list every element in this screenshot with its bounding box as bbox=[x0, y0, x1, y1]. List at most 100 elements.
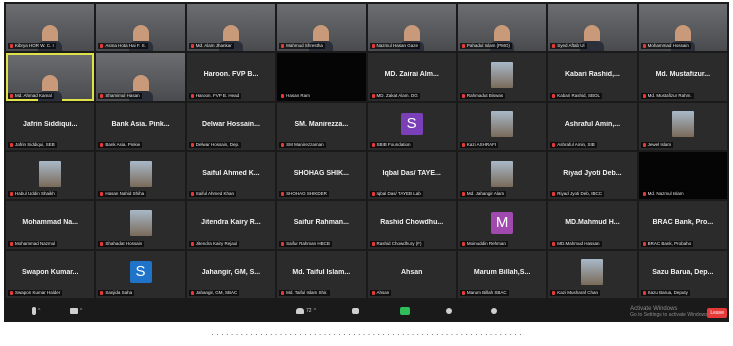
participant-display-name: Riyad Jyoti Deb... bbox=[563, 169, 622, 177]
participant-display-name: Jitendra Kairy R... bbox=[201, 219, 261, 227]
video-button[interactable]: ^ bbox=[70, 306, 82, 316]
participant-tile[interactable]: Nazmul Hasan Gaze bbox=[367, 4, 456, 52]
participant-tile[interactable]: Saiful Ahmed K... Saiful Ahmed Khan bbox=[186, 151, 276, 200]
muted-mic-icon bbox=[642, 44, 646, 49]
reactions-icon bbox=[491, 308, 497, 314]
participant-name-text: Shamimul Hasan bbox=[105, 92, 140, 98]
participant-tile[interactable]: BRAC Bank, Pro... BRAC Bank, Probaho bbox=[638, 201, 727, 249]
chevron-up-icon[interactable]: ^ bbox=[38, 308, 40, 314]
participant-tile[interactable]: Kabari Rashid,... Kabari Rashid, SBOL bbox=[548, 53, 637, 101]
muted-mic-icon bbox=[552, 93, 556, 98]
participant-name-text: Md. Ahmad Kamal bbox=[15, 92, 52, 98]
muted-mic-icon bbox=[281, 93, 285, 98]
participant-display-name: Iqbal Das/ TAYE... bbox=[382, 169, 441, 177]
participant-tile[interactable]: Mohammad Hossain bbox=[638, 4, 727, 52]
participant-name-text: Jahangir, GM, SBAC bbox=[195, 289, 238, 295]
participant-tile[interactable]: SHOHAG SHIK... SHOHAG SHIKDER bbox=[277, 151, 366, 200]
participant-tile[interactable]: Kazi ASHRAFI bbox=[457, 102, 547, 150]
participant-tile[interactable]: Marum Billah,S... Marum Billah SBAC bbox=[457, 250, 547, 298]
participant-name-label: Sazu Barua, Deputy bbox=[640, 289, 690, 296]
participant-name-label: Md. Taiful Islam Shir. bbox=[279, 289, 330, 296]
participant-name-text: Asma Hota Hai F. S. bbox=[105, 43, 146, 49]
participant-tile[interactable]: Kazi Musharaf Chan bbox=[548, 250, 637, 298]
participant-tile[interactable]: Hasan Ram bbox=[277, 53, 366, 101]
participant-tile[interactable]: Shahadat Hossain bbox=[96, 201, 185, 249]
participant-tile[interactable]: SM. Manirezza... SM Manirezzaman bbox=[277, 102, 366, 150]
participant-tile[interactable]: Asma Hota Hai F. S. bbox=[96, 4, 185, 52]
participant-tile[interactable]: Syed Aftab Ul bbox=[548, 4, 637, 52]
participant-tile[interactable]: S Sanjida Saha bbox=[96, 250, 185, 298]
profile-photo bbox=[581, 259, 604, 286]
share-screen-button[interactable] bbox=[400, 306, 410, 316]
participant-tile[interactable]: Shamimul Hasan bbox=[96, 53, 185, 101]
participant-tile[interactable]: Rahmadut Biswas bbox=[457, 53, 547, 101]
participant-tile[interactable]: Sazu Barua, Dep... Sazu Barua, Deputy bbox=[638, 250, 727, 298]
chat-button[interactable] bbox=[352, 306, 359, 316]
participant-display-name: Marum Billah,S... bbox=[473, 268, 531, 276]
participant-tile[interactable]: S SBIB Foundation bbox=[367, 102, 456, 150]
participant-tile[interactable]: Md. Alam Jhankar bbox=[186, 4, 276, 52]
participant-tile[interactable]: Ahsan Ahsan bbox=[367, 250, 456, 298]
muted-mic-icon bbox=[190, 192, 194, 197]
participant-tile[interactable]: Md. Nazmul Islam bbox=[638, 151, 727, 200]
participant-tile[interactable]: Iqbal Das/ TAYE... Iqbal Das/ TAYEB Lab bbox=[367, 151, 456, 200]
chevron-up-icon[interactable]: ^ bbox=[314, 308, 316, 314]
participant-name-label: Delwar Hossain, Dep. bbox=[188, 141, 242, 148]
mute-button[interactable]: ^ bbox=[32, 306, 40, 316]
participant-tile[interactable]: Md. Mustafizur... Md. Mustafizur Rahm. bbox=[638, 53, 727, 101]
participant-tile[interactable]: Jafrin Siddiqui... Jafrin Siddiqui, SEB bbox=[6, 102, 95, 150]
muted-mic-icon bbox=[461, 44, 465, 49]
participant-tile[interactable]: Habul Uddin Shaikh bbox=[6, 151, 95, 200]
muted-mic-icon bbox=[190, 44, 194, 49]
muted-mic-icon bbox=[100, 142, 104, 147]
participant-tile[interactable]: Md. Taiful Islam... Md. Taiful Islam Shir… bbox=[277, 250, 366, 298]
participant-tile[interactable]: Haroon. FVP B... Haroon. FVP B. Head bbox=[186, 53, 276, 101]
participant-tile[interactable]: Delwar Hossain... Delwar Hossain, Dep. bbox=[186, 102, 276, 150]
muted-mic-icon bbox=[642, 192, 646, 197]
participant-display-name: BRAC Bank, Pro... bbox=[652, 219, 714, 227]
participant-display-name: Bank Asia. Pink... bbox=[111, 120, 170, 128]
participant-name-label: Md. Mustafizur Rahm. bbox=[640, 92, 694, 99]
participant-name-text: Mohammad Nazmul bbox=[15, 240, 56, 246]
muted-mic-icon bbox=[100, 192, 104, 197]
leave-meeting-button[interactable]: Leave bbox=[707, 308, 727, 318]
participant-display-name: Ahsan bbox=[400, 268, 423, 276]
participant-tile[interactable]: MD.Mahmud H... MD.Mahmud Hassan bbox=[548, 201, 637, 249]
participant-tile[interactable]: M Moinuddin Rehman bbox=[457, 201, 547, 249]
muted-mic-icon bbox=[281, 142, 285, 147]
muted-mic-icon bbox=[10, 142, 13, 147]
muted-mic-icon bbox=[190, 290, 194, 295]
share-screen-icon bbox=[400, 307, 410, 315]
participant-tile[interactable]: Kibrya HOR W. C. I bbox=[6, 4, 95, 52]
participant-tile[interactable]: Jitendra Kairy R... Jitendra Kairy Rejaul bbox=[186, 201, 276, 249]
participant-tile[interactable]: Swapon Kumar... Swapon Kumar Halder bbox=[6, 250, 95, 298]
participant-tile[interactable]: Pahadul Islam (PMO) bbox=[457, 4, 547, 52]
participant-tile[interactable]: MD. Zairai Alm... MD. Zakat Alam. DG bbox=[367, 53, 456, 101]
participant-tile[interactable]: Md. Jahangir Alam bbox=[457, 151, 547, 200]
participant-tile[interactable]: Bank Asia. Pink... Bank Asia. Pinkie bbox=[96, 102, 185, 150]
participant-name-label: Mahmud Shrestha bbox=[279, 43, 325, 50]
participant-tile[interactable]: Rashid Chowdhu... Rashid Chowdhury (F) bbox=[367, 201, 456, 249]
muted-mic-icon bbox=[100, 44, 104, 49]
participant-tile[interactable]: Mohammad Na... Mohammad Nazmul bbox=[6, 201, 95, 249]
participant-tile[interactable]: Mahmud Shrestha bbox=[277, 4, 366, 52]
reactions-button[interactable] bbox=[491, 306, 497, 316]
participant-name-label: Shamimul Hasan bbox=[98, 92, 142, 99]
participant-tile[interactable]: Md. Ahmad Kamal bbox=[6, 53, 95, 101]
chevron-up-icon[interactable]: ^ bbox=[80, 308, 82, 314]
participant-tile[interactable]: Saifur Rahman... Saifur Rahman HBCB bbox=[277, 201, 366, 249]
participants-button[interactable]: 72 ^ bbox=[296, 306, 316, 316]
gallery-view: Kibrya HOR W. C. I Asma Hota Hai F. S. Md.… bbox=[6, 4, 727, 298]
participant-tile[interactable]: Riyad Jyoti Deb... Riyad Jyoti Deb, IBCC bbox=[548, 151, 637, 200]
meeting-toolbar: ^ ^ 72 ^ Activate Windows Go to Settings… bbox=[4, 300, 729, 322]
participant-tile[interactable]: Jahangir, GM, S... Jahangir, GM, SBAC bbox=[186, 250, 276, 298]
record-button[interactable] bbox=[446, 306, 452, 316]
participant-tile[interactable]: Ashraful Amin,... Ashraful Amin, SIB bbox=[548, 102, 637, 150]
participant-video bbox=[580, 25, 605, 52]
participant-name-text: Md. Jahangir Alam bbox=[466, 191, 505, 197]
participant-tile[interactable]: Jewel Islam bbox=[638, 102, 727, 150]
participant-tile[interactable]: Hasan Nahid Shiha bbox=[96, 151, 185, 200]
participant-display-name: Delwar Hossain... bbox=[201, 120, 260, 128]
participant-name-text: SBIB Foundation bbox=[376, 141, 411, 147]
participant-name-text: Saiful Ahmed Khan bbox=[195, 191, 235, 197]
